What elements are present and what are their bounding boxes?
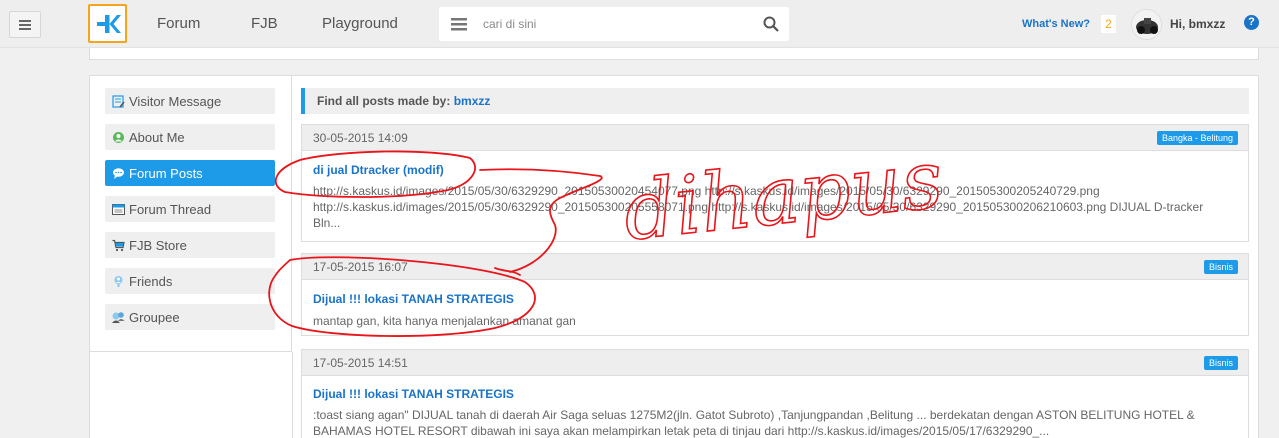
- post-header: 30-05-2015 14:09 Bangka - Belitung: [302, 125, 1248, 151]
- top-navbar: Forum FJB Playground What's New? 2 Hi, b…: [0, 0, 1279, 48]
- search-input[interactable]: [483, 13, 743, 35]
- user-greeting[interactable]: Hi, bmxzz: [1170, 17, 1225, 31]
- profile-panel: Visitor Message About Me Forum Posts For…: [89, 75, 1259, 438]
- post-title-link[interactable]: di jual Dtracker (modif): [313, 163, 444, 177]
- post-excerpt: :toast siang agan" DIJUAL tanah di daera…: [313, 408, 1195, 438]
- search-category-button[interactable]: [439, 7, 479, 41]
- help-icon[interactable]: ?: [1244, 15, 1259, 30]
- sidebar-item-friends[interactable]: Friends: [105, 268, 275, 294]
- about-me-icon: [111, 130, 125, 144]
- post-date: 17-05-2015 14:51: [313, 356, 408, 370]
- sidebar-item-forum-thread[interactable]: Forum Thread: [105, 196, 275, 222]
- whats-new-link[interactable]: What's New?: [1022, 18, 1090, 30]
- post-title-link[interactable]: Dijual !!! lokasi TANAH STRATEGIS: [313, 292, 514, 306]
- sidebar-item-label: Forum Thread: [129, 201, 212, 217]
- notification-count[interactable]: 2: [1101, 15, 1116, 33]
- page-title: Find all posts made by: bmxzz: [301, 88, 1249, 114]
- profile-header-strip: [89, 48, 1259, 60]
- post-header: 17-05-2015 16:07 Bisnis: [302, 254, 1248, 280]
- forum-posts-icon: [111, 166, 125, 180]
- list-icon: [451, 17, 467, 30]
- post-title-link[interactable]: Dijual !!! lokasi TANAH STRATEGIS: [313, 387, 514, 401]
- sidebar-item-visitor-message[interactable]: Visitor Message: [105, 88, 275, 114]
- friends-icon: [111, 274, 125, 288]
- groupee-icon: [111, 310, 125, 324]
- sidebar-item-label: FJB Store: [129, 237, 187, 253]
- avatar-image: [1132, 10, 1161, 39]
- sidebar-item-label: About Me: [129, 129, 185, 145]
- sidebar-item-fjb-store[interactable]: FJB Store: [105, 232, 275, 258]
- avatar[interactable]: [1131, 9, 1162, 40]
- search-icon[interactable]: [763, 16, 779, 32]
- sidebar-item-forum-posts[interactable]: Forum Posts: [105, 160, 275, 186]
- post-excerpt: mantap gan, kita hanya menjalankan amana…: [313, 314, 576, 328]
- post-item: 17-05-2015 16:07 Bisnis Dijual !!! lokas…: [301, 253, 1249, 336]
- sidebar-item-label: Groupee: [129, 309, 180, 325]
- page-title-username[interactable]: bmxzz: [454, 94, 491, 108]
- nav-forum[interactable]: Forum: [157, 15, 200, 32]
- post-item: 30-05-2015 14:09 Bangka - Belitung di ju…: [301, 124, 1249, 242]
- page-title-prefix: Find all posts made by:: [317, 94, 451, 108]
- hamburger-icon: [19, 19, 31, 30]
- post-date: 30-05-2015 14:09: [313, 131, 408, 145]
- nav-playground[interactable]: Playground: [322, 15, 398, 32]
- post-date: 17-05-2015 16:07: [313, 260, 408, 274]
- forum-thread-icon: [111, 202, 125, 216]
- post-header: 17-05-2015 14:51 Bisnis: [302, 350, 1248, 376]
- post-forum-badge[interactable]: Bangka - Belitung: [1156, 131, 1238, 145]
- hamburger-menu-button[interactable]: [9, 11, 41, 38]
- post-excerpt: http://s.kaskus.id/images/2015/05/30/632…: [313, 184, 1204, 230]
- sidebar-item-label: Visitor Message: [129, 93, 222, 109]
- profile-sidebar: Visitor Message About Me Forum Posts For…: [90, 76, 292, 352]
- sidebar-item-label: Friends: [129, 273, 173, 289]
- visitor-message-icon: [111, 94, 125, 108]
- post-item: 17-05-2015 14:51 Bisnis Dijual !!! lokas…: [301, 349, 1249, 438]
- kaskus-k-icon: [96, 14, 121, 33]
- sidebar-divider: [292, 352, 293, 438]
- nav-fjb[interactable]: FJB: [251, 15, 278, 32]
- sidebar-item-about-me[interactable]: About Me: [105, 124, 275, 150]
- search-bar: [439, 7, 789, 41]
- kaskus-logo[interactable]: [88, 4, 127, 43]
- sidebar-item-label: Forum Posts: [129, 165, 203, 181]
- sidebar-item-groupee[interactable]: Groupee: [105, 304, 275, 330]
- cart-icon: [111, 238, 125, 252]
- post-forum-badge[interactable]: Bisnis: [1203, 260, 1238, 274]
- post-forum-badge[interactable]: Bisnis: [1203, 356, 1238, 370]
